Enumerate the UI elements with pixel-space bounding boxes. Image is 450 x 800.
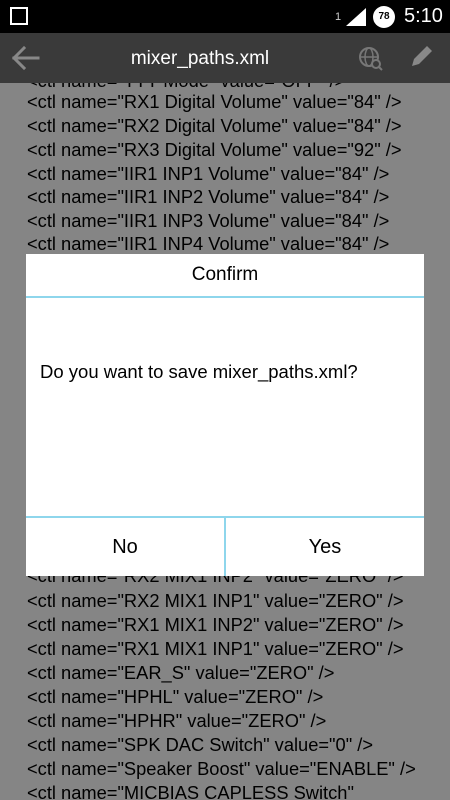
yes-button[interactable]: Yes bbox=[226, 518, 424, 576]
file-title: mixer_paths.xml bbox=[130, 48, 270, 69]
dialog-title: Confirm bbox=[191, 264, 259, 285]
battery-icon: 78 bbox=[373, 6, 395, 28]
pencil-icon[interactable] bbox=[408, 44, 434, 70]
status-bar: 1 78 5:10 bbox=[0, 0, 450, 33]
clock: 5:10 bbox=[404, 5, 443, 27]
confirm-dialog: Confirm Do you want to save mixer_paths.… bbox=[26, 254, 424, 576]
dialog-message: Do you want to save mixer_paths.xml? bbox=[40, 361, 358, 382]
globe-search-icon[interactable] bbox=[357, 45, 383, 71]
sim-slot-label: 1 bbox=[335, 11, 342, 23]
recents-square-icon bbox=[10, 7, 28, 25]
dialog-title-divider bbox=[26, 296, 424, 298]
no-button[interactable]: No bbox=[26, 518, 224, 576]
signal-icon bbox=[346, 8, 366, 26]
action-bar: mixer_paths.xml bbox=[0, 33, 450, 83]
